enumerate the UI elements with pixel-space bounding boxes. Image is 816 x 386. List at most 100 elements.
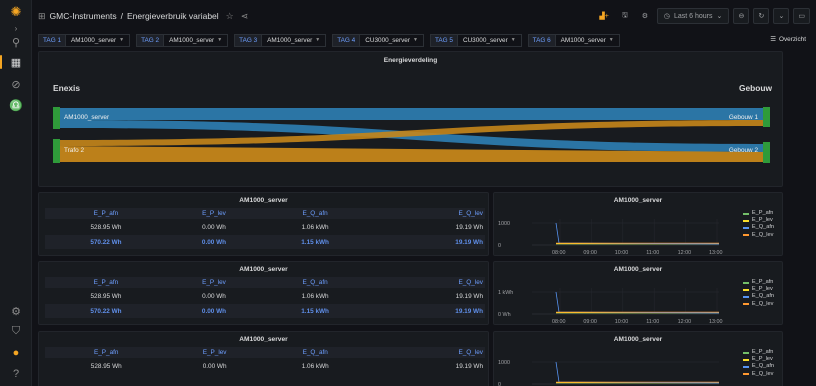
table-panel-1[interactable]: AM1000_server E_P_afn E_P_lev E_Q_afn E_… <box>38 192 489 256</box>
x-tick-label: 12:00 <box>678 319 692 325</box>
variable-tag5[interactable]: TAG 5 CU3000_server ▼ <box>429 33 522 47</box>
variable-tag6[interactable]: TAG 6 AM1000_server ▼ <box>527 33 620 47</box>
chevron-down-icon: ▼ <box>608 37 614 43</box>
variable-tag3[interactable]: TAG 3 AM1000_server ▼ <box>234 33 327 47</box>
alerting-bell-icon[interactable]: ♎ <box>8 97 24 113</box>
legend-item[interactable]: E_P_afn <box>742 210 774 217</box>
legend-item[interactable]: E_P_afn <box>742 279 774 286</box>
time-picker-button[interactable]: ◷ Last 6 hours ⌄ <box>656 8 730 24</box>
legend-item[interactable]: E_Q_afn <box>742 293 774 300</box>
column-header[interactable]: E_P_afn <box>45 277 167 288</box>
user-avatar-icon[interactable]: ● <box>8 345 24 361</box>
x-tick-label: 13:00 <box>709 250 723 256</box>
chevron-down-icon: ▼ <box>413 37 418 43</box>
legend-item[interactable]: E_Q_afn <box>742 224 774 231</box>
explore-compass-icon[interactable]: ⊘ <box>8 76 24 92</box>
variable-select[interactable]: AM1000_server ▼ <box>164 33 229 47</box>
search-icon[interactable]: ⚲ <box>8 34 24 50</box>
column-header[interactable]: E_P_afn <box>45 347 168 358</box>
zoom-out-icon[interactable]: ⊖ <box>733 8 750 24</box>
legend-item[interactable]: E_P_lev <box>742 356 774 363</box>
column-header[interactable]: E_P_lev <box>166 277 262 288</box>
stat-table: E_P_afn E_P_lev E_Q_afn E_Q_lev 528.95 W… <box>45 277 485 318</box>
top-navbar: ⊞ GMC-Instruments / Energieverbruik vari… <box>32 0 816 32</box>
save-icon[interactable]: 🖫 <box>617 8 633 24</box>
variable-tag2[interactable]: TAG 2 AM1000_server ▼ <box>136 33 229 47</box>
column-header[interactable]: E_P_afn <box>45 208 167 219</box>
legend-item[interactable]: E_P_lev <box>742 217 774 224</box>
dashboards-icon[interactable]: ▦ <box>8 54 24 70</box>
column-header[interactable]: E_Q_lev <box>369 277 485 288</box>
legend-item[interactable]: E_P_lev <box>742 286 774 293</box>
legend-item[interactable]: E_Q_lev <box>742 232 774 239</box>
table-cell: 528.95 Wh <box>90 223 122 231</box>
legend-label: E_P_lev <box>751 356 773 363</box>
variable-value: CU3000_server <box>365 36 410 44</box>
settings-icon[interactable]: ⚙ <box>637 8 653 24</box>
breadcrumb-folder[interactable]: GMC-Instruments <box>50 11 117 21</box>
variable-select[interactable]: AM1000_server ▼ <box>555 33 620 47</box>
timeseries-chart: 1000 0 08:00 09:00 10:00 11:00 12:00 13:00 <box>498 219 723 256</box>
variable-value: AM1000_server <box>169 36 215 44</box>
chevron-down-icon: ▼ <box>315 37 321 43</box>
breadcrumb-separator: / <box>120 11 123 21</box>
legend-label: E_Q_afn <box>751 293 774 300</box>
variable-select[interactable]: CU3000_server ▼ <box>457 33 522 47</box>
column-header[interactable]: E_Q_lev <box>369 208 485 219</box>
legend-item[interactable]: E_P_afn <box>742 349 774 356</box>
legend-swatch <box>742 366 749 368</box>
share-icon[interactable]: ⋖ <box>241 11 249 22</box>
table-cell: 1.15 kWh <box>261 304 370 318</box>
table-row: 528.95 Wh 0.00 Wh 1.06 kWh 19.19 Wh <box>45 219 485 235</box>
sankey-panel[interactable]: Energieverdeling Enexis Gebouw AM1000_se… <box>38 51 783 187</box>
variable-value: AM1000_server <box>267 36 313 44</box>
panel-title: AM1000_server <box>239 336 288 343</box>
refresh-icon[interactable]: ↻ <box>753 8 770 24</box>
settings-gear-icon[interactable]: ⚙ <box>8 303 24 319</box>
variable-label: TAG 4 <box>332 33 361 47</box>
legend-item[interactable]: E_Q_afn <box>742 363 774 370</box>
legend-item[interactable]: E_Q_lev <box>742 371 774 378</box>
star-icon[interactable]: ☆ <box>226 11 234 22</box>
add-panel-icon[interactable]: ▟+ <box>595 8 612 24</box>
stat-table: E_P_afn E_P_lev E_Q_afn E_Q_lev 528.95 W… <box>45 347 485 374</box>
variable-select[interactable]: AM1000_server ▼ <box>262 33 327 47</box>
timeseries-panel-1[interactable]: AM1000_server 1000 0 08:00 09:00 10:00 11:00 1… <box>493 192 783 256</box>
shield-icon[interactable]: ⛉ <box>8 323 24 339</box>
node-am1000 <box>53 107 60 129</box>
legend-swatch <box>742 288 749 291</box>
variable-tag4[interactable]: TAG 4 CU3000_server ▼ <box>332 33 424 47</box>
table-cell: 19.19 Wh <box>455 223 483 231</box>
refresh-interval-chevron-icon[interactable]: ⌄ <box>773 8 790 24</box>
x-tick-label: 08:00 <box>552 250 566 256</box>
sankey-chart <box>53 107 770 163</box>
variable-tag1[interactable]: TAG 1 AM1000_server ▼ <box>38 33 131 47</box>
variable-select[interactable]: CU3000_server ▼ <box>360 33 424 47</box>
column-header[interactable]: E_Q_afn <box>261 208 370 219</box>
help-icon[interactable]: ? <box>8 366 24 382</box>
column-header[interactable]: E_P_lev <box>167 347 262 358</box>
legend-swatch <box>742 227 749 229</box>
timeseries-chart: 1 kWh 0 Wh 08:00 09:00 10:00 11:00 12:00 13:00 <box>498 288 723 325</box>
timeseries-chart: 1000 0 <box>498 360 720 386</box>
table-row: 528.95 Wh 0.00 Wh 1.06 kWh 19.19 Wh <box>45 358 485 374</box>
y-tick-label: 0 <box>498 243 501 249</box>
tv-mode-icon[interactable]: ▭ <box>793 8 810 24</box>
breadcrumb-dashboard[interactable]: Energieverbruik variabel <box>127 11 219 21</box>
chart-legend: E_P_afn E_P_lev E_Q_afn E_Q_lev <box>742 210 774 239</box>
column-header[interactable]: E_Q_afn <box>261 277 370 288</box>
column-header[interactable]: E_Q_afn <box>261 347 369 358</box>
table-cell: 0.00 Wh <box>202 223 226 231</box>
grafana-logo-icon[interactable]: ✺ <box>8 4 24 20</box>
column-header[interactable]: E_Q_lev <box>368 347 485 358</box>
column-header[interactable]: E_P_lev <box>166 208 262 219</box>
timeseries-panel-3[interactable]: AM1000_server 1000 0 E_P_afn E_P_lev E_Q_af… <box>493 331 783 386</box>
node-label-source-1: AM1000_server <box>64 114 110 121</box>
table-panel-2[interactable]: AM1000_server E_P_afn E_P_lev E_Q_afn E_… <box>38 261 489 325</box>
timeseries-panel-2[interactable]: AM1000_server 1 kWh 0 Wh 08:00 09:00 10:00 11… <box>493 261 783 325</box>
table-panel-3[interactable]: AM1000_server E_P_afn E_P_lev E_Q_afn E_… <box>38 331 489 386</box>
variable-select[interactable]: AM1000_server ▼ <box>66 33 131 47</box>
overzicht-link[interactable]: ☰ Overzicht <box>770 35 806 44</box>
legend-item[interactable]: E_Q_lev <box>742 301 774 308</box>
table-cell: 0.00 Wh <box>202 292 226 300</box>
